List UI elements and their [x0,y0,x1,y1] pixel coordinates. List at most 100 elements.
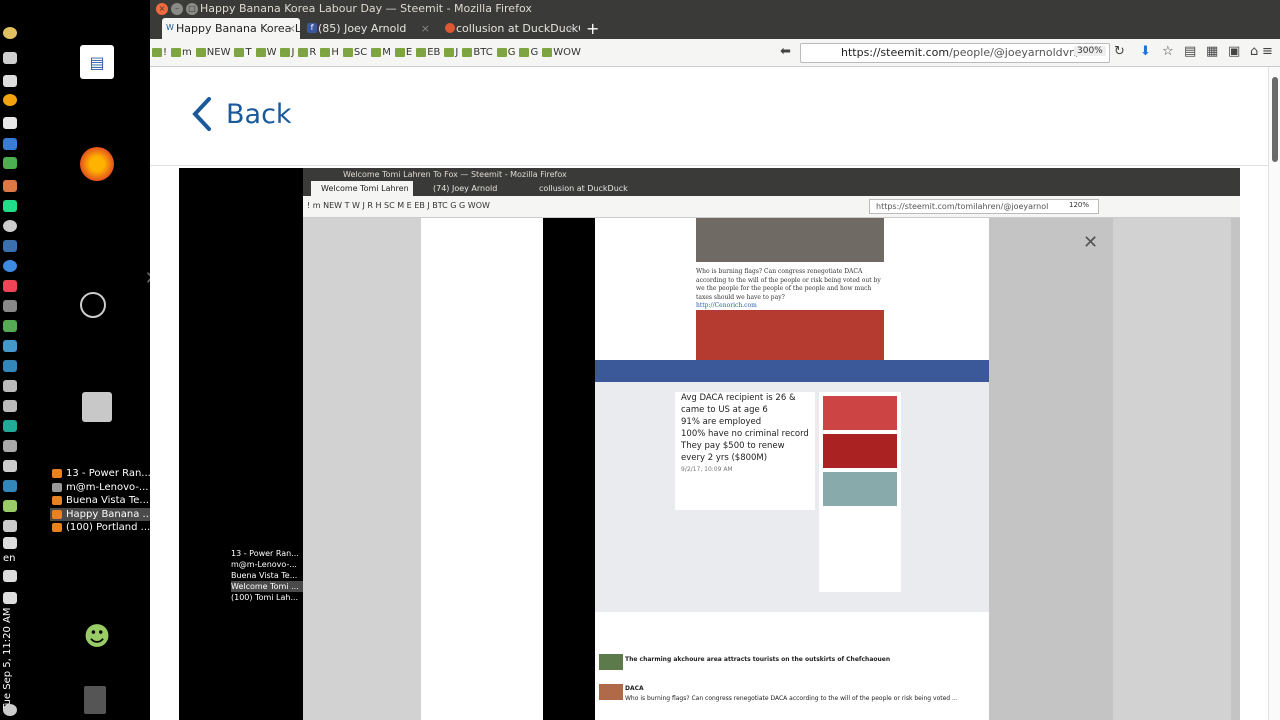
bookmark-item[interactable]: BTC [462,46,493,58]
menu-icon[interactable]: ≡ [1262,44,1273,59]
folder-icon [444,47,455,57]
duckduckgo-icon [445,23,455,33]
eject-icon[interactable] [3,75,17,87]
task-item-active[interactable]: Happy Banana ... [50,507,150,521]
title-bar[interactable]: × – □ Happy Banana Korea Labour Day — St… [150,0,1280,18]
bookmark-item[interactable]: T [234,47,252,58]
firefox-desktop-icon[interactable] [80,147,114,181]
maximize-window-button[interactable]: □ [186,3,198,15]
bookmark-item[interactable]: ! [152,47,167,58]
package-icon[interactable] [3,500,17,512]
settings-icon[interactable] [3,220,17,232]
tab-happy-banana[interactable]: W Happy Banana Korea L × [162,18,300,39]
gimp-icon[interactable] [3,320,17,332]
screenshot-icon[interactable] [3,380,17,392]
bookmark-label: W [266,46,277,58]
bookmark-star-icon[interactable]: ☆ [1162,44,1174,59]
app-grid-icon[interactable] [3,180,17,192]
task-item[interactable]: Buena Vista Te... [50,494,150,508]
close-window-button[interactable]: × [156,3,168,15]
wifi-icon[interactable] [3,537,17,549]
notepad-icon[interactable] [3,117,17,129]
back-arrow-icon[interactable]: ⬅ [780,44,791,59]
reader-icon[interactable]: ▤ [1184,44,1196,59]
nested-tab: Welcome Tomi Lahren [311,181,413,196]
screenshot-icon[interactable]: ▦ [1206,44,1218,59]
home-icon[interactable]: ⌂ [1250,44,1258,59]
folder-icon [519,47,530,57]
bluetooth-icon[interactable] [3,520,17,532]
chrome-icon[interactable] [3,340,17,352]
ubuntu-desktop-icon[interactable] [80,292,106,318]
page-scrollbar[interactable] [1268,67,1280,720]
system-panel: en Tue Sep 5, 11:20 AM [0,0,20,720]
nested-zoom: 120% [1069,201,1090,209]
coin-icon[interactable] [3,27,17,39]
url-bar[interactable]: https://steemit.com/people/@joeyarnoldvn… [800,43,1110,63]
bookmark-item[interactable]: m [171,47,192,58]
desktop: ▤ ☻ › 13 - Power Ran... m@m-Lenovo-... B… [20,0,155,720]
task-item[interactable]: (100) Portland ... [50,521,150,535]
bookmark-label: m [182,46,192,58]
spreadsheet-icon[interactable] [3,157,17,169]
nested-nav-bar: ! m NEW T W J R H SC M E EB J BTC G G WO… [303,196,1240,218]
bookmark-item[interactable]: NEW [195,47,230,58]
nested-page: Who is burning flags? Can congress reneg… [303,218,1240,720]
scroll-thumb[interactable] [1272,77,1278,162]
keyboard-layout-indicator[interactable]: en [3,553,16,564]
trash-desktop-icon[interactable] [84,686,106,714]
calculator-icon[interactable] [3,138,17,150]
task-item[interactable]: m@m-Lenovo-... [50,481,150,495]
bookmark-item[interactable]: G [519,47,538,58]
bookmark-item[interactable]: E [394,46,413,58]
volume-icon[interactable] [3,570,17,582]
close-tab-icon[interactable]: × [567,18,576,39]
tab-joey-arnold[interactable]: f (85) Joey Arnold × [304,18,434,39]
bookmark-item[interactable]: J [280,47,294,58]
bookmark-item[interactable]: WOW [542,47,581,58]
bookmark-item[interactable]: J [444,47,458,58]
bookmark-item[interactable]: M [371,47,391,58]
game-icon[interactable] [3,280,17,292]
react-icon[interactable] [3,360,17,372]
bookmark-item[interactable]: SC [342,46,368,58]
power-icon[interactable] [3,704,17,716]
reload-icon[interactable]: ↻ [1114,44,1125,59]
download-icon[interactable]: ⬇ [1140,44,1151,59]
minimize-window-button[interactable]: – [171,3,183,15]
bookmark-item[interactable]: R [298,47,316,58]
bookmark-label: E [405,46,413,58]
bookmark-item[interactable]: W [255,46,277,58]
battery-icon[interactable] [3,592,17,604]
teamviewer-icon[interactable] [3,420,17,432]
youtube-icon[interactable]: ▣ [1228,44,1240,59]
document-icon[interactable] [3,52,17,64]
bookmark-item[interactable]: G [496,47,515,58]
files-desktop-icon[interactable] [82,392,112,422]
back-link[interactable]: Back [192,97,292,131]
tab-duckduckgo[interactable]: collusion at DuckDuckG × [442,18,580,39]
bookmark-label: SC [353,46,368,58]
bookmark-item[interactable]: H [320,47,339,58]
bookmark-item[interactable]: EB [416,47,440,58]
document-desktop-icon[interactable]: ▤ [80,45,114,79]
chart-icon[interactable] [3,400,17,412]
task-item[interactable]: 13 - Power Ran... [50,467,150,481]
zoom-level[interactable]: 300% [1074,46,1106,56]
bookmark-label: BTC [473,46,493,58]
new-tab-button[interactable]: + [586,18,599,39]
monitor-icon[interactable] [3,240,17,252]
calendar-icon[interactable] [3,200,17,212]
folder-icon [320,47,331,57]
chromium-icon[interactable] [3,260,17,272]
clock[interactable]: Tue Sep 5, 11:20 AM [2,608,18,710]
close-tab-icon[interactable]: × [421,18,430,39]
usb-icon[interactable] [3,440,17,452]
folder-icon [542,47,553,57]
camera-icon[interactable] [3,460,17,472]
user-desktop-icon[interactable]: ☻ [80,620,114,654]
terminal-icon[interactable] [3,300,17,312]
bitcoin-icon[interactable] [3,94,17,106]
close-tab-icon[interactable]: × [287,18,296,39]
network-icon[interactable] [3,480,17,492]
